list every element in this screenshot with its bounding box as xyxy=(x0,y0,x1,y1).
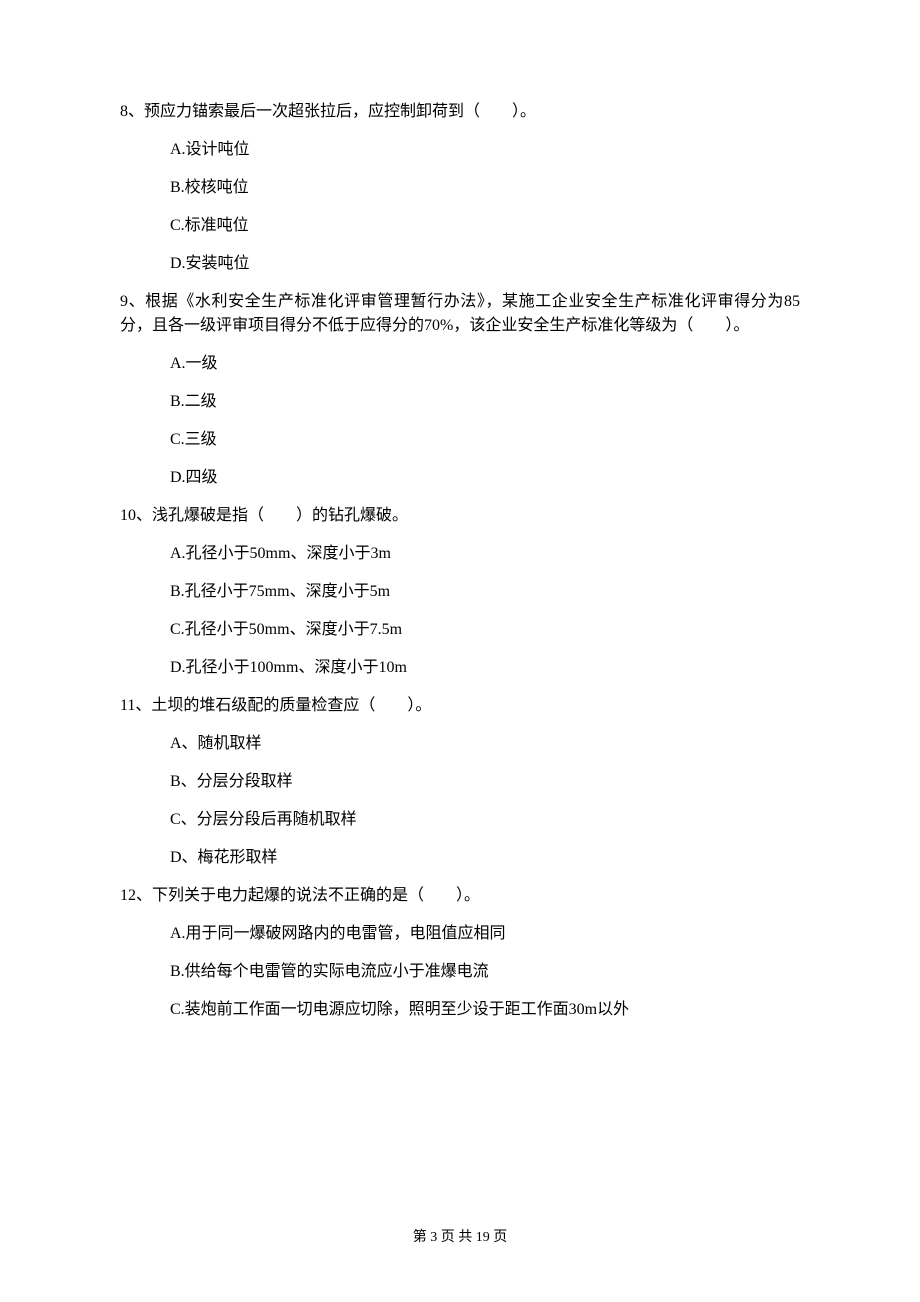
q-body: 下列关于电力起爆的说法不正确的是（ ）。 xyxy=(152,887,480,904)
question-11: 11、土坝的堆石级配的质量检查应（ ）。 A、随机取样 B、分层分段取样 C、分… xyxy=(120,694,800,870)
q-number: 12、 xyxy=(120,887,152,904)
question-12: 12、下列关于电力起爆的说法不正确的是（ ）。 A.用于同一爆破网路内的电雷管，… xyxy=(120,884,800,1022)
q-body: 浅孔爆破是指（ ）的钻孔爆破。 xyxy=(152,507,408,524)
q-body: 根据《水利安全生产标准化评审管理暂行办法》，某施工企业安全生产标准化评审得分为8… xyxy=(120,293,800,334)
question-text: 10、浅孔爆破是指（ ）的钻孔爆破。 xyxy=(120,504,800,528)
option-b: B.二级 xyxy=(170,390,800,414)
options-list: A.孔径小于50mm、深度小于3m B.孔径小于75mm、深度小于5m C.孔径… xyxy=(170,542,800,680)
question-9: 9、根据《水利安全生产标准化评审管理暂行办法》，某施工企业安全生产标准化评审得分… xyxy=(120,290,800,490)
page-footer: 第 3 页 共 19 页 xyxy=(0,1226,920,1246)
option-d: D.孔径小于100mm、深度小于10m xyxy=(170,656,800,680)
option-a: A.一级 xyxy=(170,352,800,376)
options-list: A.一级 B.二级 C.三级 D.四级 xyxy=(170,352,800,490)
option-b: B.校核吨位 xyxy=(170,176,800,200)
q-number: 9、 xyxy=(120,293,145,310)
option-a: A.孔径小于50mm、深度小于3m xyxy=(170,542,800,566)
question-8: 8、预应力锚索最后一次超张拉后，应控制卸荷到（ ）。 A.设计吨位 B.校核吨位… xyxy=(120,100,800,276)
option-a: A.用于同一爆破网路内的电雷管，电阻值应相同 xyxy=(170,922,800,946)
q-body: 预应力锚索最后一次超张拉后，应控制卸荷到（ ）。 xyxy=(144,103,536,120)
option-c: C.三级 xyxy=(170,428,800,452)
option-c: C.孔径小于50mm、深度小于7.5m xyxy=(170,618,800,642)
option-b: B、分层分段取样 xyxy=(170,770,800,794)
options-list: A.设计吨位 B.校核吨位 C.标准吨位 D.安装吨位 xyxy=(170,138,800,276)
q-number: 8、 xyxy=(120,103,144,120)
question-text: 8、预应力锚索最后一次超张拉后，应控制卸荷到（ ）。 xyxy=(120,100,800,124)
question-text: 12、下列关于电力起爆的说法不正确的是（ ）。 xyxy=(120,884,800,908)
question-text: 11、土坝的堆石级配的质量检查应（ ）。 xyxy=(120,694,800,718)
page-content: 8、预应力锚索最后一次超张拉后，应控制卸荷到（ ）。 A.设计吨位 B.校核吨位… xyxy=(0,0,920,1022)
option-b: B.孔径小于75mm、深度小于5m xyxy=(170,580,800,604)
option-a: A、随机取样 xyxy=(170,732,800,756)
option-c: C.装炮前工作面一切电源应切除，照明至少设于距工作面30m以外 xyxy=(170,998,800,1022)
q-number: 10、 xyxy=(120,507,152,524)
question-10: 10、浅孔爆破是指（ ）的钻孔爆破。 A.孔径小于50mm、深度小于3m B.孔… xyxy=(120,504,800,680)
option-d: D.安装吨位 xyxy=(170,252,800,276)
options-list: A.用于同一爆破网路内的电雷管，电阻值应相同 B.供给每个电雷管的实际电流应小于… xyxy=(170,922,800,1022)
option-b: B.供给每个电雷管的实际电流应小于准爆电流 xyxy=(170,960,800,984)
q-number: 11、 xyxy=(120,697,151,714)
q-body: 土坝的堆石级配的质量检查应（ ）。 xyxy=(151,697,431,714)
option-d: D.四级 xyxy=(170,466,800,490)
question-text: 9、根据《水利安全生产标准化评审管理暂行办法》，某施工企业安全生产标准化评审得分… xyxy=(120,290,800,338)
option-c: C、分层分段后再随机取样 xyxy=(170,808,800,832)
options-list: A、随机取样 B、分层分段取样 C、分层分段后再随机取样 D、梅花形取样 xyxy=(170,732,800,870)
option-d: D、梅花形取样 xyxy=(170,846,800,870)
option-a: A.设计吨位 xyxy=(170,138,800,162)
option-c: C.标准吨位 xyxy=(170,214,800,238)
